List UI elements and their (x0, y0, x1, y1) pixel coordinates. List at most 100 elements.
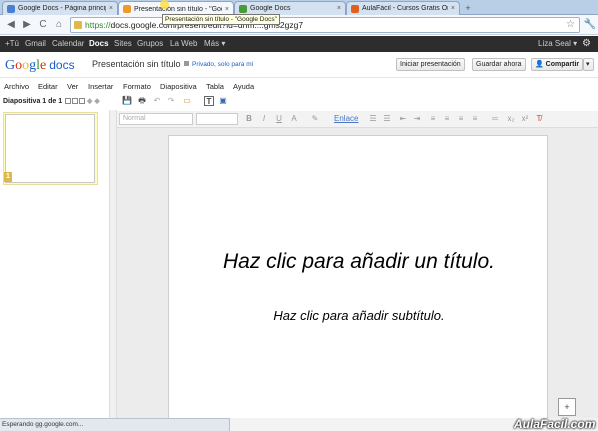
subscript-button[interactable]: x₂ (506, 114, 516, 124)
slide-thumbnail[interactable] (5, 114, 95, 183)
numbered-list-button[interactable]: ☰ (368, 114, 378, 124)
bold-button[interactable]: B (244, 114, 254, 124)
menu-ayuda[interactable]: Ayuda (233, 80, 254, 94)
delete-slide-icon[interactable] (79, 98, 86, 105)
wrench-icon[interactable]: 🔧 (583, 18, 597, 32)
line-spacing-button[interactable]: ═ (490, 114, 500, 124)
gbar-user[interactable]: Liza Seal ▾ (538, 36, 577, 52)
lock-icon (184, 61, 189, 66)
tab-title: Presentación sin título - "Goog (134, 5, 222, 13)
tab-google-docs[interactable]: Google Docs × (234, 1, 346, 15)
slide-count: Diapositiva 1 de 1 (3, 98, 63, 105)
move-down-icon[interactable]: ◆ (94, 98, 99, 105)
bulleted-list-button[interactable]: ☰ (382, 114, 392, 124)
document-title[interactable]: Presentación sin título (92, 59, 181, 69)
docs-header: Google docs Presentación sin título Priva… (0, 52, 598, 78)
tab-title: AulaFácil - Cursos Gratis On-li (362, 5, 448, 12)
close-icon[interactable]: × (451, 5, 455, 12)
address-bar-row: ◀ ▶ C ⌂ https://docs.google.com/present/… (0, 15, 598, 35)
slide-subtitle-placeholder[interactable]: Haz clic para añadir subtítulo. (169, 308, 549, 323)
slide-title-placeholder[interactable]: Haz clic para añadir un título. (169, 250, 549, 274)
menu-archivo[interactable]: Archivo (4, 80, 29, 94)
home-icon[interactable]: ⌂ (52, 18, 66, 32)
google-docs-favicon-icon (7, 4, 15, 13)
superscript-button[interactable]: x² (520, 114, 530, 124)
add-slide-button[interactable]: + (558, 398, 576, 416)
close-icon[interactable]: × (109, 5, 113, 12)
menu-editar[interactable]: Editar (38, 80, 58, 94)
gbar-plus-you[interactable]: +Tú (5, 36, 19, 52)
share-button[interactable]: 👤 Compartir (531, 58, 583, 71)
slide-number-badge: 1 (4, 172, 12, 182)
presentation-favicon-icon (123, 5, 131, 13)
tab-google-docs-home[interactable]: Google Docs - Página principal × (2, 1, 118, 15)
url-scheme: https:// (85, 20, 111, 30)
print-icon[interactable]: 🖶 (137, 96, 147, 106)
close-icon[interactable]: × (225, 6, 229, 13)
google-docs-logo[interactable]: Google docs (5, 56, 75, 75)
share-dropdown-button[interactable]: ▾ (583, 58, 594, 71)
align-justify-button[interactable]: ≡ (470, 114, 480, 124)
link-button[interactable]: Enlace (334, 114, 358, 124)
mouse-cursor-highlight (160, 0, 169, 9)
insert-text-icon[interactable]: T (204, 96, 214, 106)
menu-ver[interactable]: Ver (67, 80, 78, 94)
menu-tabla[interactable]: Tabla (206, 80, 224, 94)
gbar-la-web[interactable]: La Web (170, 36, 197, 52)
gbar-calendar[interactable]: Calendar (52, 36, 84, 52)
insert-image-icon[interactable]: ▣ (218, 96, 228, 106)
slide-editor[interactable]: Haz clic para añadir un título. Haz clic… (168, 135, 548, 420)
clear-formatting-button[interactable]: T̸ (534, 114, 544, 124)
tab-aulafacil[interactable]: AulaFácil - Cursos Gratis On-li × (346, 1, 460, 15)
save-now-button[interactable]: Guardar ahora (472, 58, 526, 71)
align-right-button[interactable]: ≡ (456, 114, 466, 124)
align-center-button[interactable]: ≡ (442, 114, 452, 124)
underline-button[interactable]: U (274, 114, 284, 124)
gbar-mas[interactable]: Más ▾ (204, 36, 225, 52)
gbar-grupos[interactable]: Grupos (137, 36, 163, 52)
theme-icon[interactable]: ▭ (182, 96, 192, 106)
gbar-sites[interactable]: Sites (114, 36, 132, 52)
text-color-button[interactable]: A (289, 114, 299, 124)
gbar-docs[interactable]: Docs (89, 36, 109, 52)
align-left-button[interactable]: ≡ (428, 114, 438, 124)
google-docs-favicon-icon (239, 4, 247, 13)
start-presentation-button[interactable]: Iniciar presentación (396, 58, 465, 71)
url-input[interactable]: https://docs.google.com/present/edit?id=… (70, 17, 580, 33)
move-up-icon[interactable]: ◆ (87, 98, 92, 105)
main-toolbar: 💾 🖶 ↶ ↷ ▭ T ▣ (118, 94, 598, 108)
browser-tab-strip: Google Docs - Página principal × Present… (0, 0, 598, 16)
tab-title: Google Docs (250, 5, 291, 12)
menu-formato[interactable]: Formato (123, 80, 151, 94)
slides-panel-scrollbar[interactable] (109, 110, 117, 418)
format-toolbar: Normal B I U A ✎ Enlace ☰ ☰ ⇤ ⇥ ≡ ≡ ≡ ≡ … (116, 111, 598, 128)
italic-button[interactable]: I (259, 114, 269, 124)
new-tab-button[interactable]: + (462, 3, 474, 13)
reload-icon[interactable]: C (36, 18, 50, 32)
tab-tooltip: Presentación sin título - "Google Docs" (162, 14, 280, 25)
menu-diapositiva[interactable]: Diapositiva (160, 80, 197, 94)
paragraph-style-select[interactable]: Normal (119, 113, 193, 125)
highlight-color-button[interactable]: ✎ (310, 114, 320, 124)
lock-icon (74, 21, 82, 29)
menu-bar: Archivo Editar Ver Insertar Formato Diap… (0, 80, 598, 94)
add-slide-small-icon[interactable] (65, 98, 72, 105)
redo-icon[interactable]: ↷ (166, 96, 176, 106)
gbar-gmail[interactable]: Gmail (25, 36, 46, 52)
bookmark-star-icon[interactable]: ☆ (566, 18, 575, 32)
undo-icon[interactable]: ↶ (152, 96, 162, 106)
privacy-status[interactable]: Privado, solo para mí (184, 61, 253, 68)
google-bar: +Tú Gmail Calendar Docs Sites Grupos La … (0, 36, 598, 52)
decrease-indent-button[interactable]: ⇤ (398, 114, 408, 124)
save-icon[interactable]: 💾 (122, 96, 132, 106)
close-icon[interactable]: × (337, 5, 341, 12)
duplicate-slide-icon[interactable] (72, 98, 79, 105)
forward-icon[interactable]: ▶ (20, 18, 34, 32)
back-icon[interactable]: ◀ (4, 18, 18, 32)
aulafacil-favicon-icon (351, 4, 359, 13)
increase-indent-button[interactable]: ⇥ (412, 114, 422, 124)
gear-icon[interactable]: ⚙ (582, 36, 591, 52)
font-size-select[interactable] (196, 113, 238, 125)
menu-insertar[interactable]: Insertar (88, 80, 113, 94)
aulafacil-watermark: AulaFacil.com (514, 417, 596, 431)
